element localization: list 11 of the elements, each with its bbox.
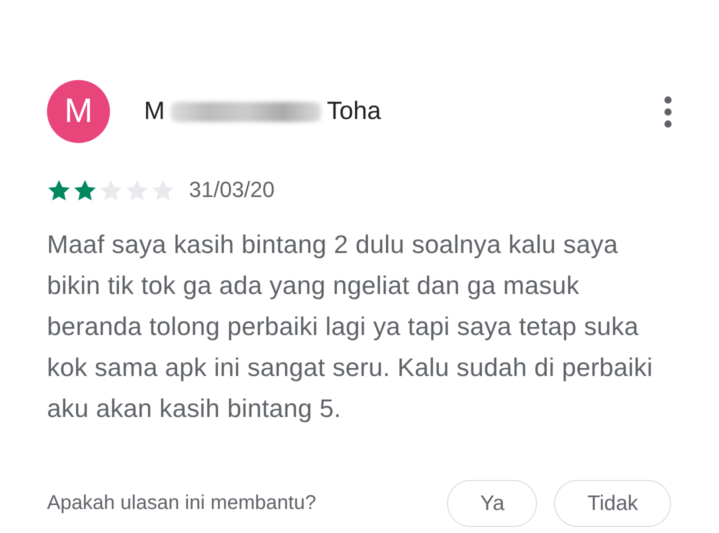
reviewer-name: M (144, 97, 165, 126)
review-text: Maaf saya kasih bintang 2 dulu soalnya kalu saya bikin tik tok ga ada yang ngeliat dan ga masuk beranda tolong perbaiki lagi ya tapi saya tetap suka kok sama apk ini sangat seru. Kalu sudah di perbaiki aku akan kasih bintang 5. (47, 230, 654, 425)
helpful-question: Apakah ulasan ini membantu? (47, 492, 316, 515)
avatar: M (47, 80, 110, 143)
answer-button[interactable]: Tidak (554, 480, 671, 527)
answer-button[interactable]: Ya (447, 480, 538, 527)
more-options-icon[interactable] (663, 96, 673, 128)
star-icon (73, 178, 97, 202)
reviewer-name: Toha (326, 97, 382, 126)
review-date: 31/03/20 (189, 177, 275, 203)
star-icon (47, 178, 71, 202)
